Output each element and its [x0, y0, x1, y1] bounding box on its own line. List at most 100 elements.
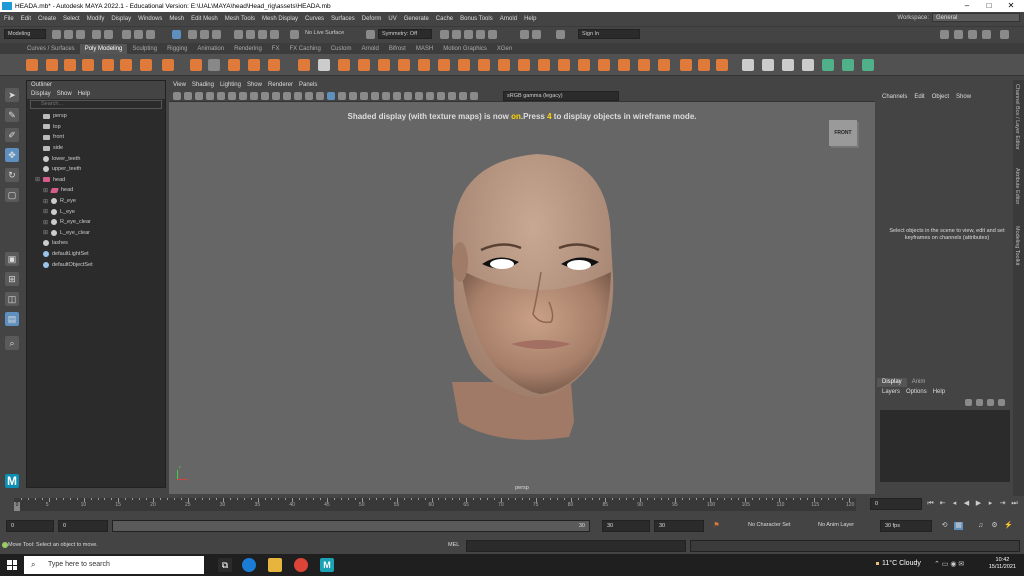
- shelf-tab-mash[interactable]: MASH: [411, 44, 438, 54]
- shelf-tool-icon[interactable]: [208, 59, 220, 71]
- mel-label[interactable]: MEL: [448, 542, 459, 548]
- panel-toolbar-icon[interactable]: [448, 92, 456, 100]
- shelf-tool-icon[interactable]: [822, 59, 834, 71]
- step-forward-key-icon[interactable]: ⇥: [998, 500, 1007, 508]
- outliner-item-upper-teeth[interactable]: upper_teeth: [35, 164, 165, 175]
- expand-icon[interactable]: ⊞: [43, 208, 49, 215]
- outliner-item-front[interactable]: front: [35, 132, 165, 143]
- panel-toolbar-icon[interactable]: [272, 92, 280, 100]
- shelf-tool-icon[interactable]: [782, 59, 794, 71]
- shelf-tool-icon[interactable]: [82, 59, 94, 71]
- shelf-tool-icon[interactable]: [378, 59, 390, 71]
- file-explorer-icon[interactable]: [268, 558, 282, 572]
- symmetry-dropdown[interactable]: Symmetry: Off: [378, 29, 432, 39]
- play-forwards-icon[interactable]: ▶: [974, 500, 983, 508]
- light-editor-icon[interactable]: [520, 30, 529, 39]
- shelf-tab-animation[interactable]: Animation: [192, 44, 229, 54]
- shelf-tool-icon[interactable]: [418, 59, 430, 71]
- shelf-tool-icon[interactable]: [478, 59, 490, 71]
- layer-menu-layers[interactable]: Layers: [882, 389, 900, 395]
- panel-menu-view[interactable]: View: [173, 80, 186, 90]
- settings-gear-icon[interactable]: [1000, 30, 1009, 39]
- shelf-tool-icon[interactable]: [438, 59, 450, 71]
- panel-toolbar-icon[interactable]: [283, 92, 291, 100]
- panel-menu-panels[interactable]: Panels: [299, 80, 317, 90]
- construction-history-icon[interactable]: [258, 30, 267, 39]
- shelf-tool-icon[interactable]: [658, 59, 670, 71]
- menu-create[interactable]: Create: [38, 16, 56, 22]
- shelf-tool-icon[interactable]: [698, 59, 710, 71]
- command-input[interactable]: [466, 540, 686, 552]
- shelf-tool-icon[interactable]: [298, 59, 310, 71]
- panel-toolbar-icon[interactable]: [316, 92, 324, 100]
- expand-icon[interactable]: ⊞: [43, 187, 49, 194]
- panel-toolbar-icon[interactable]: [195, 92, 203, 100]
- windows-start-icon[interactable]: [7, 560, 17, 570]
- system-clock[interactable]: 10:42 15/11/2021: [989, 557, 1016, 571]
- lasso-tool-icon[interactable]: ✎: [5, 108, 19, 122]
- outliner-item-defaultobjectset[interactable]: defaultObjectSet: [35, 259, 165, 270]
- shelf-tab-curves-surfaces[interactable]: Curves / Surfaces: [22, 44, 80, 54]
- maya-taskbar-icon[interactable]: M: [320, 558, 334, 572]
- menu-help[interactable]: Help: [524, 16, 536, 22]
- paint-select-icon[interactable]: ✐: [5, 128, 19, 142]
- time-slider-track[interactable]: 0 5 10 15 20 25 30 35 40 45 50 55 60 65 70 75 80 85 90 95 1…: [14, 498, 856, 511]
- render-frame-icon[interactable]: [440, 30, 449, 39]
- tab-channel-box[interactable]: Channel Box / Layer Editor: [1014, 84, 1020, 150]
- shelf-tool-icon[interactable]: [680, 59, 692, 71]
- menu-mesh[interactable]: Mesh: [169, 16, 184, 22]
- scene-end-field[interactable]: 30: [654, 520, 704, 532]
- shelf-tool-icon[interactable]: [398, 59, 410, 71]
- mode-dropdown[interactable]: Modeling: [4, 29, 46, 39]
- single-view-icon[interactable]: ▣: [5, 252, 19, 266]
- side-by-side-icon[interactable]: ◫: [5, 292, 19, 306]
- panel-toolbar-icon[interactable]: [415, 92, 423, 100]
- scene-start-field[interactable]: 0: [6, 520, 54, 532]
- outliner-item-l-eye-clear[interactable]: ⊞ L_eye_clear: [35, 228, 165, 239]
- outliner-item-l-eye[interactable]: ⊞ L_eye: [35, 206, 165, 217]
- snap-curve-icon[interactable]: [188, 30, 197, 39]
- scale-tool-icon[interactable]: ▢: [5, 188, 19, 202]
- outliner-item-defaultlightset[interactable]: defaultLightSet: [35, 249, 165, 260]
- shelf-tool-icon[interactable]: [498, 59, 510, 71]
- panel-toolbar-icon[interactable]: [239, 92, 247, 100]
- save-scene-icon[interactable]: [76, 30, 85, 39]
- shelf-tool-icon[interactable]: [538, 59, 550, 71]
- snap-point-icon[interactable]: [200, 30, 209, 39]
- outliner-item-r-eye-clear[interactable]: ⊞ R_eye_clear: [35, 217, 165, 228]
- go-to-start-icon[interactable]: ⏮: [926, 500, 935, 508]
- task-view-icon[interactable]: ⧉: [218, 558, 232, 572]
- shelf-tool-icon[interactable]: [162, 59, 174, 71]
- weather-widget[interactable]: 11°C Cloudy: [876, 560, 921, 567]
- maximize-button[interactable]: □: [978, 0, 1000, 12]
- taskbar-search-input[interactable]: Type here to search: [24, 556, 204, 574]
- shelf-tab-bifrost[interactable]: Bifrost: [384, 44, 411, 54]
- redo-icon[interactable]: [104, 30, 113, 39]
- shelf-tool-icon[interactable]: [46, 59, 58, 71]
- undo-icon[interactable]: [92, 30, 101, 39]
- arnold-render-icon[interactable]: [532, 30, 541, 39]
- snap-grid-icon[interactable]: [172, 30, 181, 39]
- tab-modeling-toolkit[interactable]: Modeling Toolkit: [1014, 226, 1020, 265]
- select-tool-icon[interactable]: ➤: [5, 88, 19, 102]
- menu-cache[interactable]: Cache: [436, 16, 453, 22]
- close-button[interactable]: ✕: [1000, 0, 1022, 12]
- panel-toolbar-icon[interactable]: [360, 92, 368, 100]
- shelf-tool-icon[interactable]: [598, 59, 610, 71]
- new-scene-icon[interactable]: [52, 30, 61, 39]
- minimize-button[interactable]: –: [956, 0, 978, 12]
- snap-view-plane-icon[interactable]: [212, 30, 221, 39]
- shelf-tab-rendering[interactable]: Rendering: [229, 44, 267, 54]
- outliner-item-head[interactable]: ⊞ head: [35, 175, 165, 186]
- menu-deform[interactable]: Deform: [362, 16, 382, 22]
- outliner-item-lashes[interactable]: lashes: [35, 238, 165, 249]
- shelf-tool-icon[interactable]: [762, 59, 774, 71]
- move-layer-down-icon[interactable]: [976, 399, 983, 406]
- layer-menu-help[interactable]: Help: [933, 389, 945, 395]
- shelf-tool-icon[interactable]: [458, 59, 470, 71]
- panel-toolbar-icon[interactable]: [404, 92, 412, 100]
- tab-anim[interactable]: Anim: [907, 378, 931, 387]
- outliner-item-lower-teeth[interactable]: lower_teeth: [35, 153, 165, 164]
- menu-modify[interactable]: Modify: [87, 16, 105, 22]
- color-space-dropdown[interactable]: sRGB gamma (legacy): [503, 91, 619, 101]
